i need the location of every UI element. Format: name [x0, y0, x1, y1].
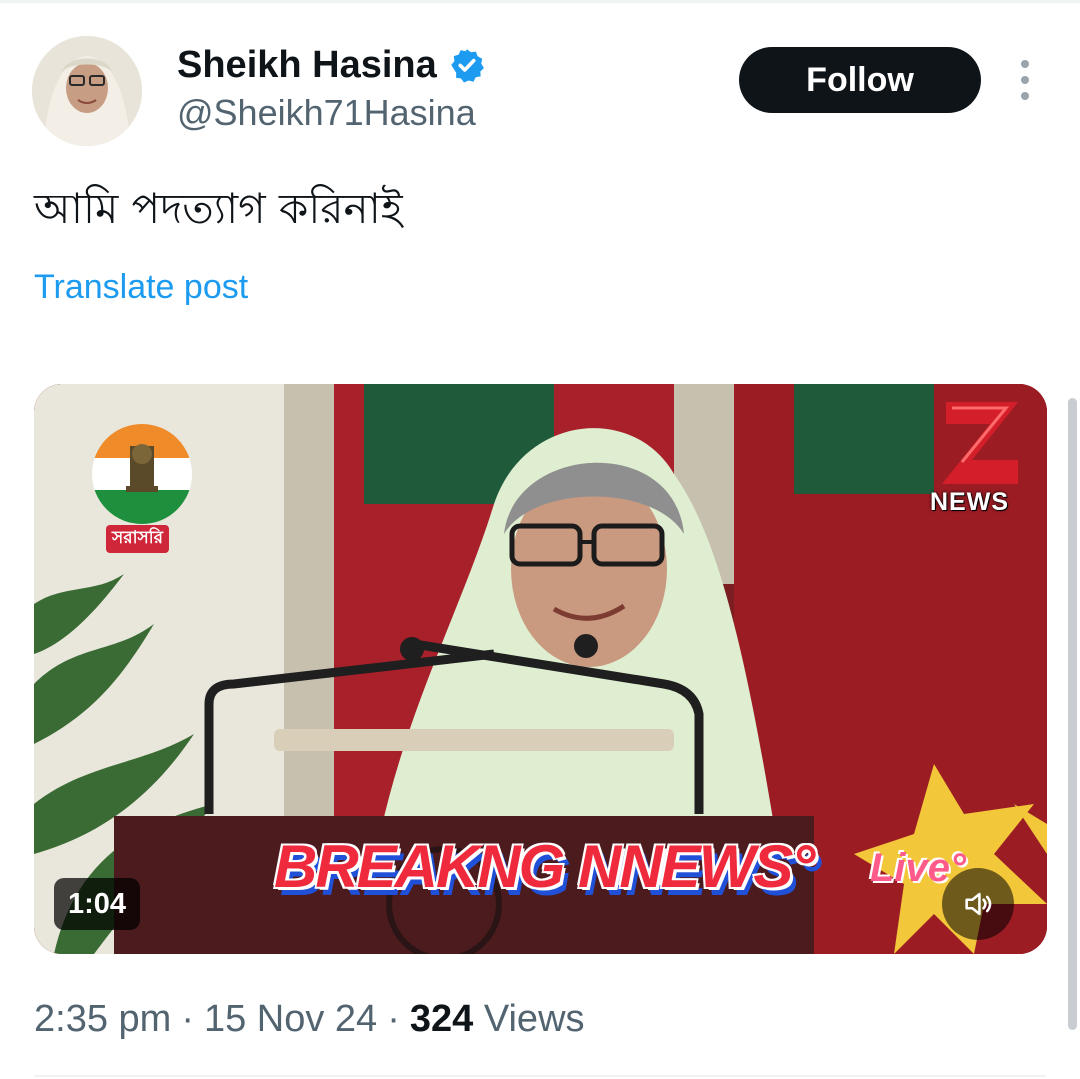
mute-button[interactable]	[942, 868, 1014, 940]
views-label: Views	[483, 998, 585, 1040]
translate-post-link[interactable]: Translate post	[34, 268, 248, 307]
zee-logo-icon	[932, 390, 1032, 490]
meta-separator: ·	[181, 998, 194, 1040]
author-name-row: Sheikh Hasina	[177, 40, 485, 90]
verified-badge-icon	[449, 47, 485, 83]
follow-button[interactable]: Follow	[739, 47, 981, 113]
speaker-muted-icon	[965, 892, 992, 916]
video-duration-badge: 1:04	[54, 878, 141, 930]
breaking-news-banner: BREAKNG NNEWS°	[274, 833, 815, 900]
tweet-text: আমি পদত্যাগ করিনাই	[34, 184, 403, 233]
channel-logo-icon	[92, 424, 192, 524]
views-count: 324	[409, 998, 474, 1040]
zee-news-label: NEWS	[930, 488, 1009, 516]
tweet-meta-row: 2:35 pm · 15 Nov 24 · 324 Views	[34, 998, 585, 1041]
tweet-date[interactable]: 15 Nov 24	[204, 998, 377, 1041]
top-divider	[0, 0, 1080, 3]
more-vertical-icon[interactable]	[1010, 60, 1040, 100]
scrollbar[interactable]	[1068, 398, 1077, 1030]
meta-separator: ·	[387, 998, 400, 1040]
tweet-time[interactable]: 2:35 pm	[34, 998, 171, 1041]
author-display-name[interactable]: Sheikh Hasina	[177, 44, 437, 87]
tweet-detail-view: Sheikh Hasina @Sheikh71Hasina Follow আমি…	[0, 0, 1080, 1079]
channel-tag: সরাসরি	[106, 525, 169, 553]
bottom-divider	[34, 1075, 1046, 1077]
author-handle[interactable]: @Sheikh71Hasina	[177, 92, 476, 134]
video-player[interactable]: সরাসরি NEWS BREAKNG NNEWS° Live° 1:04	[34, 384, 1047, 954]
author-avatar[interactable]	[32, 36, 142, 146]
